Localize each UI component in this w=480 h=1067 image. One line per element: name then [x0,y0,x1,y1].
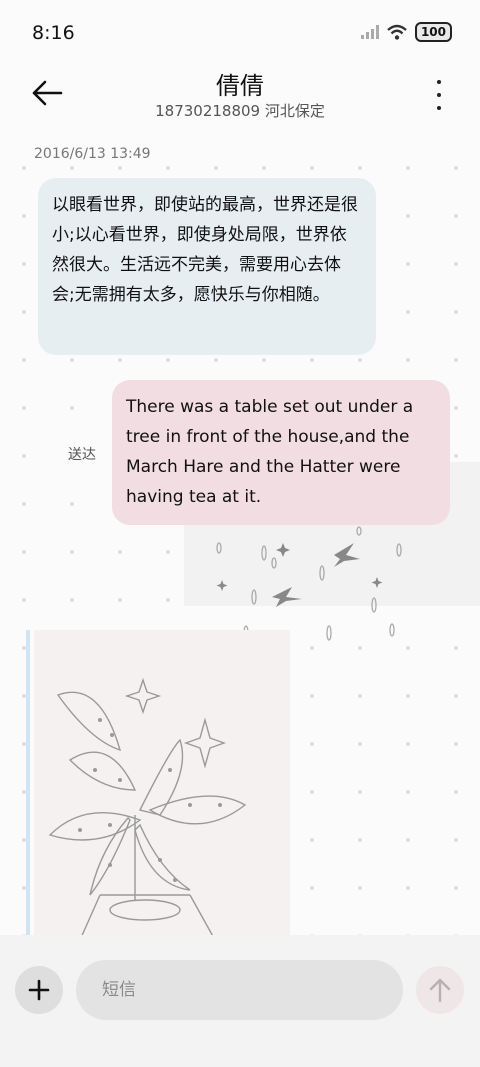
lily-plant-illustration [48,677,247,940]
incoming-message-bubble[interactable]: 以眼看世界，即使站的最高，世界还是很小;以心看世界，即使身处局限，世界依然很大。… [38,178,376,355]
conversation-header: 倩倩 18730218809 河北保定 [0,66,480,142]
send-button[interactable] [416,966,464,1014]
outgoing-message-bubble[interactable]: There was a table set out under a tree i… [112,380,450,525]
more-vert-icon [437,80,441,84]
more-options-button[interactable] [434,80,444,110]
add-attachment-button[interactable] [15,966,63,1014]
clock: 8:16 [32,22,75,44]
plus-icon [28,979,50,1001]
contact-details: 18730218809 河北保定 [155,102,325,120]
message-timestamp: 2016/6/13 13:49 [34,146,151,162]
wifi-icon [387,24,407,40]
status-icons: 100 [360,22,452,42]
decoration-stripe [26,630,30,940]
battery-indicator: 100 [414,22,452,42]
contact-name: 倩倩 [216,72,264,100]
status-bar: 8:16 100 [0,0,480,66]
delivery-status: 送达 [68,447,96,463]
message-input-container[interactable] [76,960,403,1020]
signal-icon [360,25,379,39]
message-input[interactable] [100,979,379,1001]
arrow-up-icon [429,978,451,1003]
